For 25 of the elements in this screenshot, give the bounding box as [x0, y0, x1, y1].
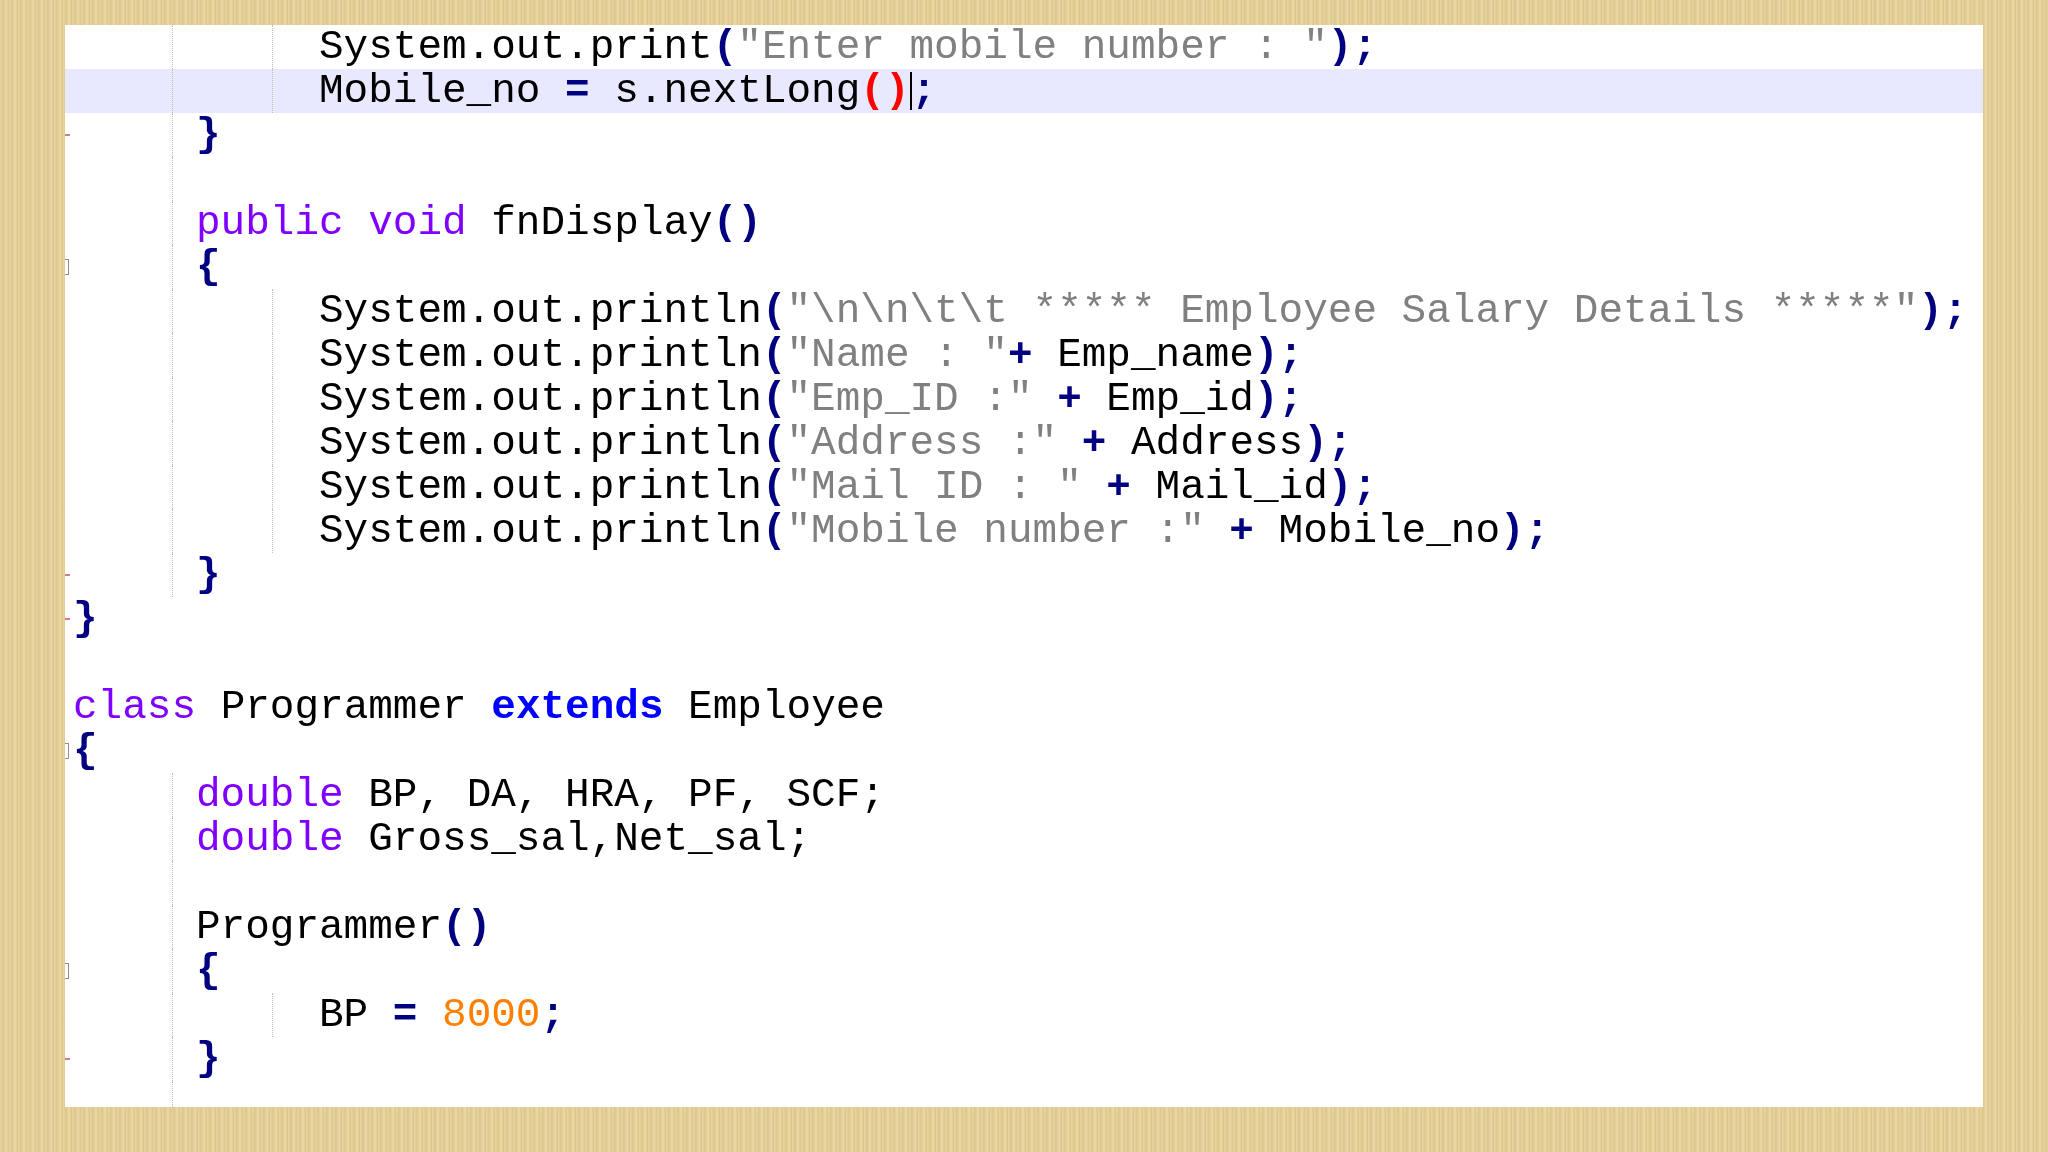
code-line: Programmer(): [196, 904, 492, 950]
code-editor[interactable]: [65, 25, 1983, 1107]
code-line: public void fnDisplay(): [196, 200, 762, 246]
code-line: }: [196, 552, 221, 598]
fold-marker-icon[interactable]: [65, 963, 69, 979]
code-line: System.out.println("Mobile number :" + Mobile_no);: [319, 508, 1550, 554]
fold-marker-icon[interactable]: [65, 743, 69, 759]
code-line: }: [196, 1036, 221, 1082]
code-line: BP = 8000;: [319, 992, 566, 1038]
fold-marker-icon[interactable]: [65, 259, 69, 275]
code-line: Mobile_no = s.nextLong();: [319, 68, 937, 114]
code-line: }: [73, 596, 98, 642]
code-line: System.out.println("\n\n\t\t ***** Employee Salary Details *****");: [319, 288, 1968, 334]
code-line: System.out.print("Enter mobile number : ");: [319, 25, 1377, 70]
code-line: {: [196, 244, 221, 290]
code-line: {: [73, 728, 98, 774]
code-line: }: [196, 112, 221, 158]
code-line: double BP, DA, HRA, PF, SCF;: [196, 772, 885, 818]
code-line: System.out.println("Emp_ID :" + Emp_id);: [319, 376, 1304, 422]
code-line: double Gross_sal,Net_sal;: [196, 816, 812, 862]
code-line: System.out.println("Address :" + Address);: [319, 420, 1353, 466]
code-line: class Programmer extends Employee: [73, 684, 885, 730]
code-line: System.out.println("Name : "+ Emp_name);: [319, 332, 1304, 378]
code-line: System.out.println("Mail ID : " + Mail_id);: [319, 464, 1377, 510]
code-line: {: [196, 948, 221, 994]
